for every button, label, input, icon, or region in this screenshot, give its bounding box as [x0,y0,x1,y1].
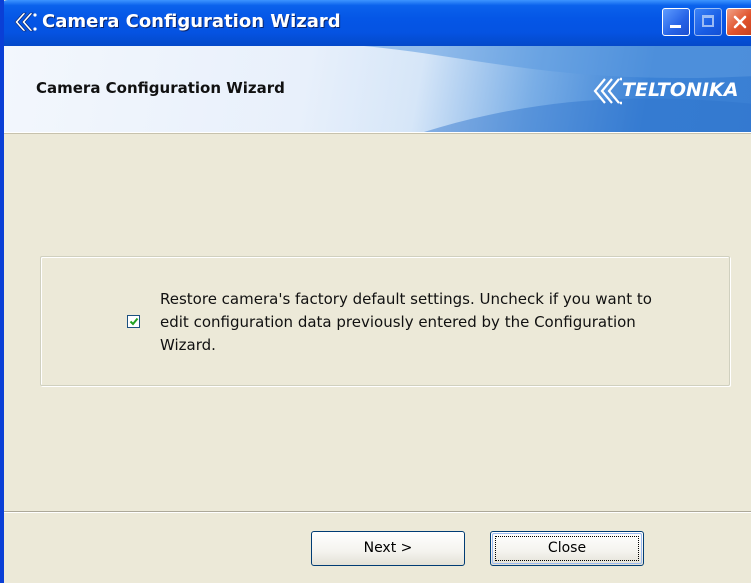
restore-defaults-label[interactable]: Restore camera's factory default setting… [160,288,680,357]
page-title: Camera Configuration Wizard [36,79,285,97]
maximize-button[interactable] [694,8,722,36]
logo-wordmark: TELTONIKA [622,79,739,101]
close-button-label: Close [547,540,587,556]
wizard-header: Camera Configuration Wizard TELTONIKA [4,46,751,132]
next-button-label: Next > [363,540,413,556]
restore-defaults-checkbox[interactable] [127,315,140,328]
title-bar[interactable]: Camera Configuration Wizard [4,0,751,46]
wizard-window: Camera Configuration Wizard Camera Confi… [0,0,751,583]
minimize-icon [670,25,681,28]
teltonika-app-icon [14,12,37,32]
footer-divider-highlight [4,512,751,513]
next-button[interactable]: Next > [311,531,465,566]
close-window-button[interactable] [726,8,751,36]
window-title: Camera Configuration Wizard [42,11,341,32]
logo-chevrons-icon [593,77,622,105]
header-divider-shadow [4,133,751,134]
close-icon [733,15,747,29]
teltonika-logo: TELTONIKA [588,76,751,106]
maximize-icon [702,15,714,27]
checkmark-icon [129,317,139,326]
minimize-button[interactable] [662,8,690,36]
close-button[interactable]: Close [490,531,644,566]
